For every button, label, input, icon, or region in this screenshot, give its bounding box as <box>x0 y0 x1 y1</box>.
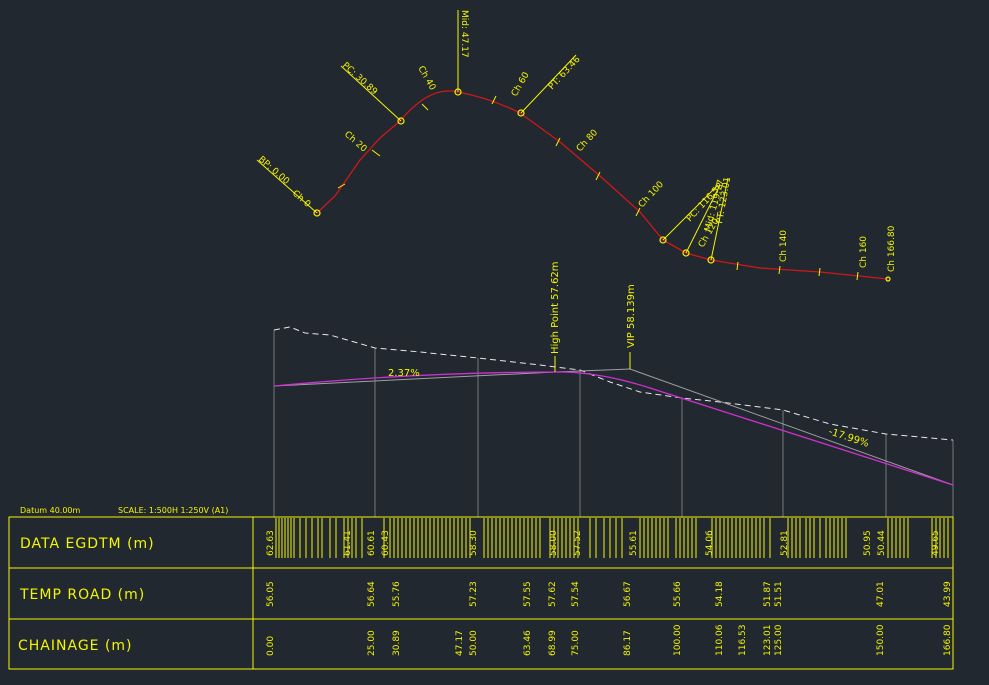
chainage-value: 75.00 <box>571 630 581 656</box>
grade-line <box>273 368 954 486</box>
profile-view: 2.37% -17.99% High Point 57.62m VIP 58.1… <box>20 261 954 517</box>
road-value: 51.51 <box>774 581 784 607</box>
egdtm-value: 54.06 <box>705 530 715 556</box>
pt1-label: PT: 63.46 <box>547 55 583 92</box>
egdtm-value: 61.41 <box>343 530 353 556</box>
grade-left-label: 2.37% <box>388 368 420 379</box>
road-value: 54.18 <box>715 581 725 607</box>
egdtm-value: 50.95 <box>863 530 873 556</box>
chainage-value: 123.01 <box>763 625 773 657</box>
road-value: 51.87 <box>763 581 773 607</box>
chainage-value: 125.00 <box>774 624 784 656</box>
chainage-value: 68.99 <box>548 630 558 656</box>
chainage-value: 150.00 <box>876 624 886 656</box>
road-value: 47.01 <box>876 581 886 607</box>
chainage-value: 47.17 <box>455 630 465 656</box>
datum-label: Datum 40.00m <box>20 506 81 515</box>
plan-points <box>313 88 891 282</box>
profile-grid <box>273 330 954 517</box>
road-value: 57.55 <box>523 581 533 607</box>
egdtm-value: 55.61 <box>629 530 639 556</box>
egdtm-value: 58.30 <box>469 530 479 556</box>
vip-label: VIP 58.139m <box>626 284 637 348</box>
chainage-value: 63.46 <box>523 630 533 656</box>
egdtm-value: 50.44 <box>877 530 887 556</box>
ch60-label: Ch 60 <box>510 70 532 98</box>
egdtm-value: 60.43 <box>381 530 391 556</box>
road-value: 43.99 <box>943 581 953 607</box>
chainage-value: 86.17 <box>623 630 633 656</box>
ch20-label: Ch 20 <box>342 130 369 155</box>
ch40-label: Ch 40 <box>415 65 437 93</box>
cad-drawing: BP: 0.00 Ch 0 Ch 20 PC: 30.89 Ch 40 Mid:… <box>8 10 954 670</box>
ch140-label: Ch 140 <box>779 230 789 262</box>
scale-label: SCALE: 1:500H 1:250V (A1) <box>118 506 228 515</box>
bp-label: BP: 0.00 <box>256 155 291 187</box>
plan-view: BP: 0.00 Ch 0 Ch 20 PC: 30.89 Ch 40 Mid:… <box>256 10 897 282</box>
row-label-chainage: CHAINAGE (m) <box>18 638 133 654</box>
ch166-label: Ch 166.80 <box>887 225 897 272</box>
egdtm-value: 57.52 <box>573 530 583 556</box>
ch80-label: Ch 80 <box>575 128 600 154</box>
road-value: 57.54 <box>571 581 581 607</box>
road-value: 57.62 <box>548 581 558 607</box>
ch160-label: Ch 160 <box>859 236 869 268</box>
plan-leaders <box>256 10 729 261</box>
chainage-value: 25.00 <box>367 630 377 656</box>
data-table: DATA EGDTM (m) TEMP ROAD (m) CHAINAGE (m… <box>8 516 954 670</box>
egdtm-value: 62.63 <box>266 530 276 556</box>
chainage-value: 100.00 <box>673 624 683 656</box>
chainage-value: 0.00 <box>266 636 276 656</box>
road-value: 56.05 <box>266 581 276 607</box>
egdtm-value: 52.81 <box>780 530 790 556</box>
egdtm-value: 58.00 <box>549 530 559 556</box>
egdtm-value: 49.65 <box>931 530 941 556</box>
ch0-label: Ch 0 <box>290 189 312 210</box>
road-value: 57.23 <box>469 581 479 607</box>
road-value: 56.67 <box>623 581 633 607</box>
road-value: 55.66 <box>673 581 683 607</box>
pc1-label: PC: 30.89 <box>340 61 379 98</box>
chainage-value: 166.80 <box>943 624 953 656</box>
row-label-road: TEMP ROAD (m) <box>19 587 145 603</box>
chainage-value: 50.00 <box>469 630 479 656</box>
chainage-value: 30.89 <box>392 630 402 656</box>
high-point-label: High Point 57.62m <box>550 261 561 354</box>
row-label-egdtm: DATA EGDTM (m) <box>20 536 155 552</box>
egdtm-value: 60.61 <box>367 530 377 556</box>
road-value: 55.76 <box>392 581 402 607</box>
chainage-value: 116.53 <box>738 625 748 657</box>
mid-label: Mid: 47.17 <box>459 10 469 58</box>
design-profile-line <box>273 371 954 486</box>
ch100-label: Ch 100 <box>637 180 666 210</box>
road-value: 56.64 <box>367 581 377 607</box>
chainage-value: 110.06 <box>715 624 725 656</box>
existing-ground-line <box>273 326 954 441</box>
